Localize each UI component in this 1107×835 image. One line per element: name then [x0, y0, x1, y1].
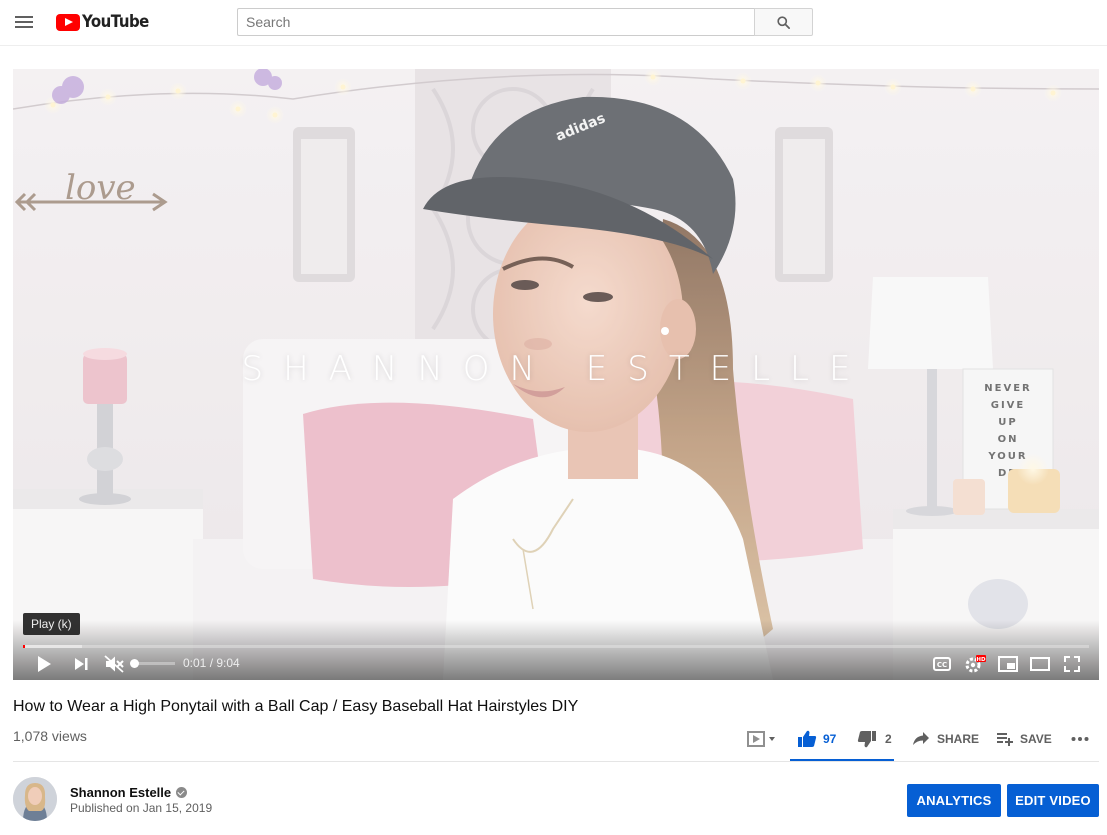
settings-hd-icon: HD [965, 655, 986, 673]
settings-button[interactable]: HD [963, 653, 987, 675]
youtube-play-icon [56, 13, 80, 31]
next-icon [75, 658, 88, 670]
progress-buffered [23, 645, 82, 648]
playlist-menu-button[interactable] [747, 725, 777, 753]
publish-date: Published on Jan 15, 2019 [70, 801, 213, 815]
search-input[interactable] [237, 8, 755, 36]
progress-played [23, 645, 25, 648]
video-title: How to Wear a High Ponytail with a Ball … [13, 698, 579, 715]
miniplayer-button[interactable] [996, 653, 1020, 675]
fullscreen-icon [1064, 656, 1080, 672]
thumbs-down-icon [857, 731, 876, 748]
youtube-logo[interactable]: YouTube [56, 12, 158, 32]
channel-name-link[interactable]: Shannon Estelle [70, 785, 188, 800]
menu-icon[interactable] [14, 13, 34, 31]
masthead: YouTube [0, 0, 1107, 46]
fullscreen-button[interactable] [1061, 653, 1083, 675]
volume-knob[interactable] [130, 659, 139, 668]
time-display: 0:01 / 9:04 [183, 656, 240, 670]
video-player[interactable]: love NEVER GIVE UP ON YOUR DR adidas SHA… [13, 69, 1099, 680]
miniplayer-icon [998, 656, 1018, 672]
captions-button[interactable]: CC [931, 653, 953, 675]
search-icon [777, 15, 790, 29]
svg-text:CC: CC [937, 661, 947, 669]
like-count: 97 [823, 732, 837, 746]
save-label: SAVE [1020, 732, 1052, 746]
play-button[interactable] [31, 653, 57, 675]
logo-text: YouTube [82, 12, 149, 32]
play-tooltip: Play (k) [23, 613, 80, 635]
thumbs-up-icon [798, 730, 817, 747]
volume-slider[interactable] [135, 662, 175, 665]
theater-icon [1030, 657, 1050, 671]
progress-bar[interactable] [23, 645, 1089, 648]
channel-name: Shannon Estelle [70, 785, 172, 800]
dislike-count: 2 [885, 732, 892, 746]
svg-text:HD: HD [976, 657, 986, 663]
playlist-icon [747, 731, 775, 747]
analytics-button[interactable]: ANALYTICS [907, 784, 1001, 817]
next-button[interactable] [69, 653, 93, 675]
like-button[interactable]: 97 [797, 725, 836, 753]
share-icon [913, 732, 929, 745]
mute-button[interactable] [101, 653, 127, 675]
theater-mode-button[interactable] [1028, 653, 1052, 675]
more-horizontal-icon [1071, 737, 1089, 741]
verified-badge-icon [176, 787, 188, 798]
add-to-playlist-icon [997, 733, 1013, 746]
view-count: 1,078 views [13, 728, 87, 744]
captions-icon: CC [933, 657, 951, 671]
volume-muted-icon [104, 655, 124, 673]
section-divider [13, 761, 1099, 762]
video-overlay-title: SHANNON ESTELLE [241, 349, 871, 389]
share-button[interactable]: SHARE [912, 725, 979, 753]
share-label: SHARE [937, 732, 980, 746]
more-actions-button[interactable] [1071, 725, 1089, 753]
edit-video-button[interactable]: EDIT VIDEO [1007, 784, 1099, 817]
search-button[interactable] [754, 8, 813, 36]
channel-avatar[interactable] [13, 777, 57, 821]
play-icon [38, 656, 51, 672]
save-button[interactable]: SAVE [996, 725, 1052, 753]
dislike-button[interactable]: 2 [857, 725, 892, 753]
